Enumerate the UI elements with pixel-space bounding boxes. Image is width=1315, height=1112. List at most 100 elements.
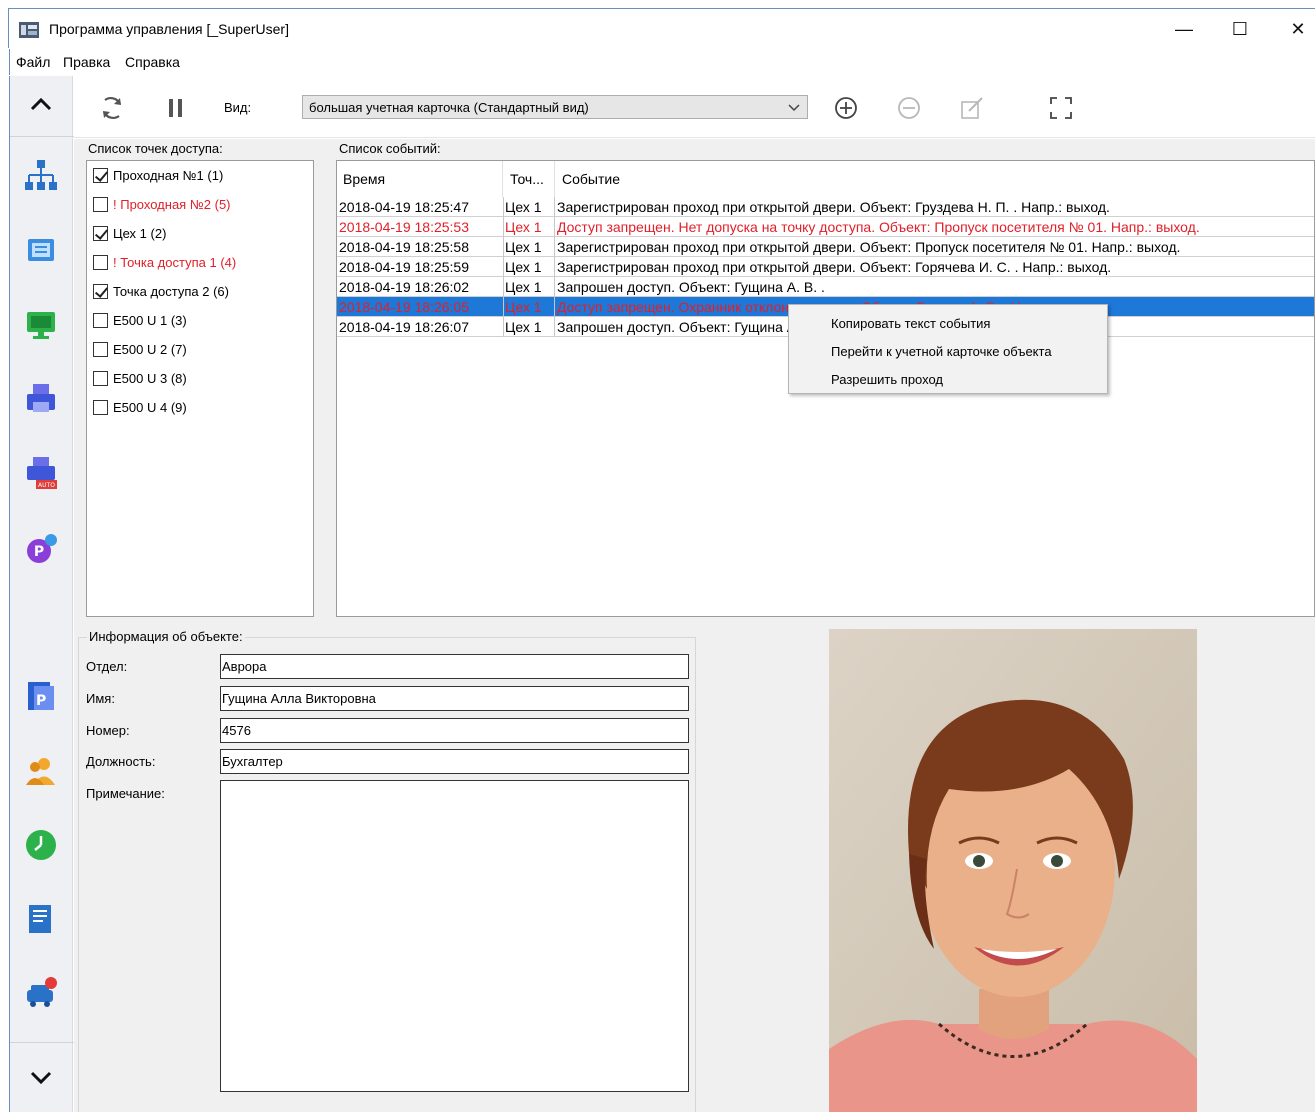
checkbox[interactable] (93, 283, 108, 299)
view-select[interactable]: большая учетная карточка (Стандартный ви… (302, 95, 808, 119)
menu-item-allow-pass[interactable]: Разрешить проход (831, 372, 943, 387)
users-icon[interactable] (24, 754, 58, 788)
view-select-value: большая учетная карточка (Стандартный ви… (309, 100, 589, 115)
access-point-item[interactable]: E500 U 2 (7) (93, 339, 187, 359)
minimize-button[interactable]: — (1161, 17, 1207, 43)
checkbox[interactable] (93, 225, 108, 241)
access-point-label: E500 U 4 (9) (113, 399, 187, 415)
checkbox[interactable] (93, 399, 108, 415)
view-label: Вид: (224, 100, 252, 115)
checkbox[interactable] (93, 341, 108, 357)
checkbox[interactable] (93, 167, 108, 183)
svg-text:AUTO: AUTO (38, 482, 55, 489)
note-label: Примечание: (86, 786, 165, 801)
number-field[interactable]: 4576 (220, 718, 689, 743)
document-p-icon[interactable]: P (24, 680, 58, 714)
table-row[interactable]: 2018-04-19 18:25:59 Цех 1 Зарегистрирова… (337, 257, 1314, 277)
window-title: Программа управления [_SuperUser] (49, 21, 289, 37)
department-field[interactable]: Аврора (220, 654, 689, 679)
access-points-list[interactable]: Проходная №1 (1) ! Проходная №2 (5) Цех … (86, 160, 314, 617)
add-icon[interactable] (832, 94, 860, 122)
report-icon[interactable] (24, 902, 58, 936)
access-point-label: ! Точка доступа 1 (4) (113, 254, 237, 270)
access-point-item[interactable]: E500 U 3 (8) (93, 368, 187, 388)
access-point-label: Цех 1 (2) (113, 225, 167, 241)
menu-item-copy-event-text[interactable]: Копировать текст события (831, 316, 990, 331)
access-points-label: Список точек доступа: (88, 141, 223, 156)
refresh-icon[interactable] (98, 94, 126, 122)
org-structure-icon[interactable] (24, 158, 58, 192)
access-point-item[interactable]: ! Точка доступа 1 (4) (93, 252, 236, 272)
object-info-group: Информация об объекте: Отдел: Аврора Имя… (78, 629, 696, 1112)
menu-item-go-to-object-card[interactable]: Перейти к учетной карточке объекта (831, 344, 1052, 359)
event-point: Цех 1 (505, 279, 542, 295)
table-row[interactable]: 2018-04-19 18:25:58 Цех 1 Зарегистрирова… (337, 237, 1314, 257)
title-bar: Программа управления [_SuperUser] — ☐ ✕ (8, 8, 1315, 48)
event-time: 2018-04-19 18:25:53 (339, 219, 469, 235)
checkbox[interactable] (93, 196, 108, 212)
chevron-down-icon (788, 104, 800, 112)
column-header-event[interactable]: Событие (562, 171, 620, 187)
position-field[interactable]: Бухгалтер (220, 749, 689, 774)
event-time: 2018-04-19 18:26:07 (339, 319, 469, 335)
access-point-item[interactable]: E500 U 4 (9) (93, 397, 187, 417)
access-point-label: E500 U 3 (8) (113, 370, 187, 386)
app-icon (19, 22, 39, 38)
card-terminal-icon[interactable] (24, 233, 58, 267)
chevron-down-icon[interactable] (28, 1068, 54, 1088)
checkbox[interactable] (93, 312, 108, 328)
name-field[interactable]: Гущина Алла Викторовна (220, 686, 689, 711)
note-field[interactable] (220, 780, 689, 1092)
printer-icon[interactable] (24, 382, 58, 416)
parking-icon[interactable]: P (24, 532, 58, 566)
chevron-up-icon[interactable] (28, 94, 54, 114)
fullscreen-icon[interactable] (1047, 94, 1075, 122)
maximize-button[interactable]: ☐ (1217, 17, 1263, 43)
access-point-item[interactable]: ! Проходная №2 (5) (93, 194, 231, 214)
event-text: Запрошен доступ. Объект: Гущина А. В. . (557, 319, 825, 335)
table-row[interactable]: 2018-04-19 18:26:02 Цех 1 Запрошен досту… (337, 277, 1314, 297)
event-text: Доступ запрещен. Нет допуска на точку до… (557, 219, 1200, 235)
svg-text:P: P (36, 693, 46, 709)
column-header-point[interactable]: Точ... (510, 171, 544, 187)
menu-help[interactable]: Справка (125, 54, 180, 70)
car-alert-icon[interactable] (24, 976, 58, 1010)
access-point-label: ! Проходная №2 (5) (113, 196, 231, 212)
close-button[interactable]: ✕ (1275, 17, 1315, 43)
access-point-item[interactable]: Точка доступа 2 (6) (93, 281, 229, 301)
table-row[interactable]: 2018-04-19 18:25:47 Цех 1 Зарегистрирова… (337, 197, 1314, 217)
table-row[interactable]: 2018-04-19 18:25:53 Цех 1 Доступ запреще… (337, 217, 1314, 237)
menu-edit[interactable]: Правка (63, 54, 110, 70)
event-point: Цех 1 (505, 299, 542, 315)
event-point: Цех 1 (505, 239, 542, 255)
auto-printer-icon[interactable]: AUTO (24, 456, 58, 490)
column-header-time[interactable]: Время (343, 171, 385, 187)
checkbox[interactable] (93, 254, 108, 270)
remove-icon[interactable] (895, 94, 923, 122)
checkbox[interactable] (93, 370, 108, 386)
event-text: Зарегистрирован проход при открытой двер… (557, 259, 1112, 275)
events-table-header: Время Точ... Событие (337, 161, 1314, 197)
context-menu: Копировать текст события Перейти к учетн… (788, 304, 1108, 394)
event-time: 2018-04-19 18:26:05 (339, 299, 469, 315)
clock-icon[interactable] (24, 828, 58, 862)
events-label: Список событий: (339, 141, 441, 156)
department-label: Отдел: (86, 659, 128, 674)
name-label: Имя: (86, 691, 115, 706)
access-point-item[interactable]: Проходная №1 (1) (93, 165, 223, 185)
menu-file[interactable]: Файл (16, 54, 50, 70)
access-point-item[interactable]: Цех 1 (2) (93, 223, 166, 243)
event-point: Цех 1 (505, 319, 542, 335)
monitor-icon[interactable] (24, 308, 58, 342)
access-point-label: E500 U 1 (3) (113, 312, 187, 328)
svg-text:P: P (34, 544, 44, 560)
position-label: Должность: (86, 754, 156, 769)
pause-icon[interactable] (162, 94, 190, 122)
edit-icon[interactable] (958, 94, 986, 122)
event-text: Зарегистрирован проход при открытой двер… (557, 199, 1110, 215)
event-point: Цех 1 (505, 199, 542, 215)
menu-bar: Файл Правка Справка (9, 49, 1315, 75)
toolbar: Вид: большая учетная карточка (Стандартн… (74, 76, 1315, 138)
access-point-item[interactable]: E500 U 1 (3) (93, 310, 187, 330)
sidebar: AUTO P P (9, 76, 74, 1112)
